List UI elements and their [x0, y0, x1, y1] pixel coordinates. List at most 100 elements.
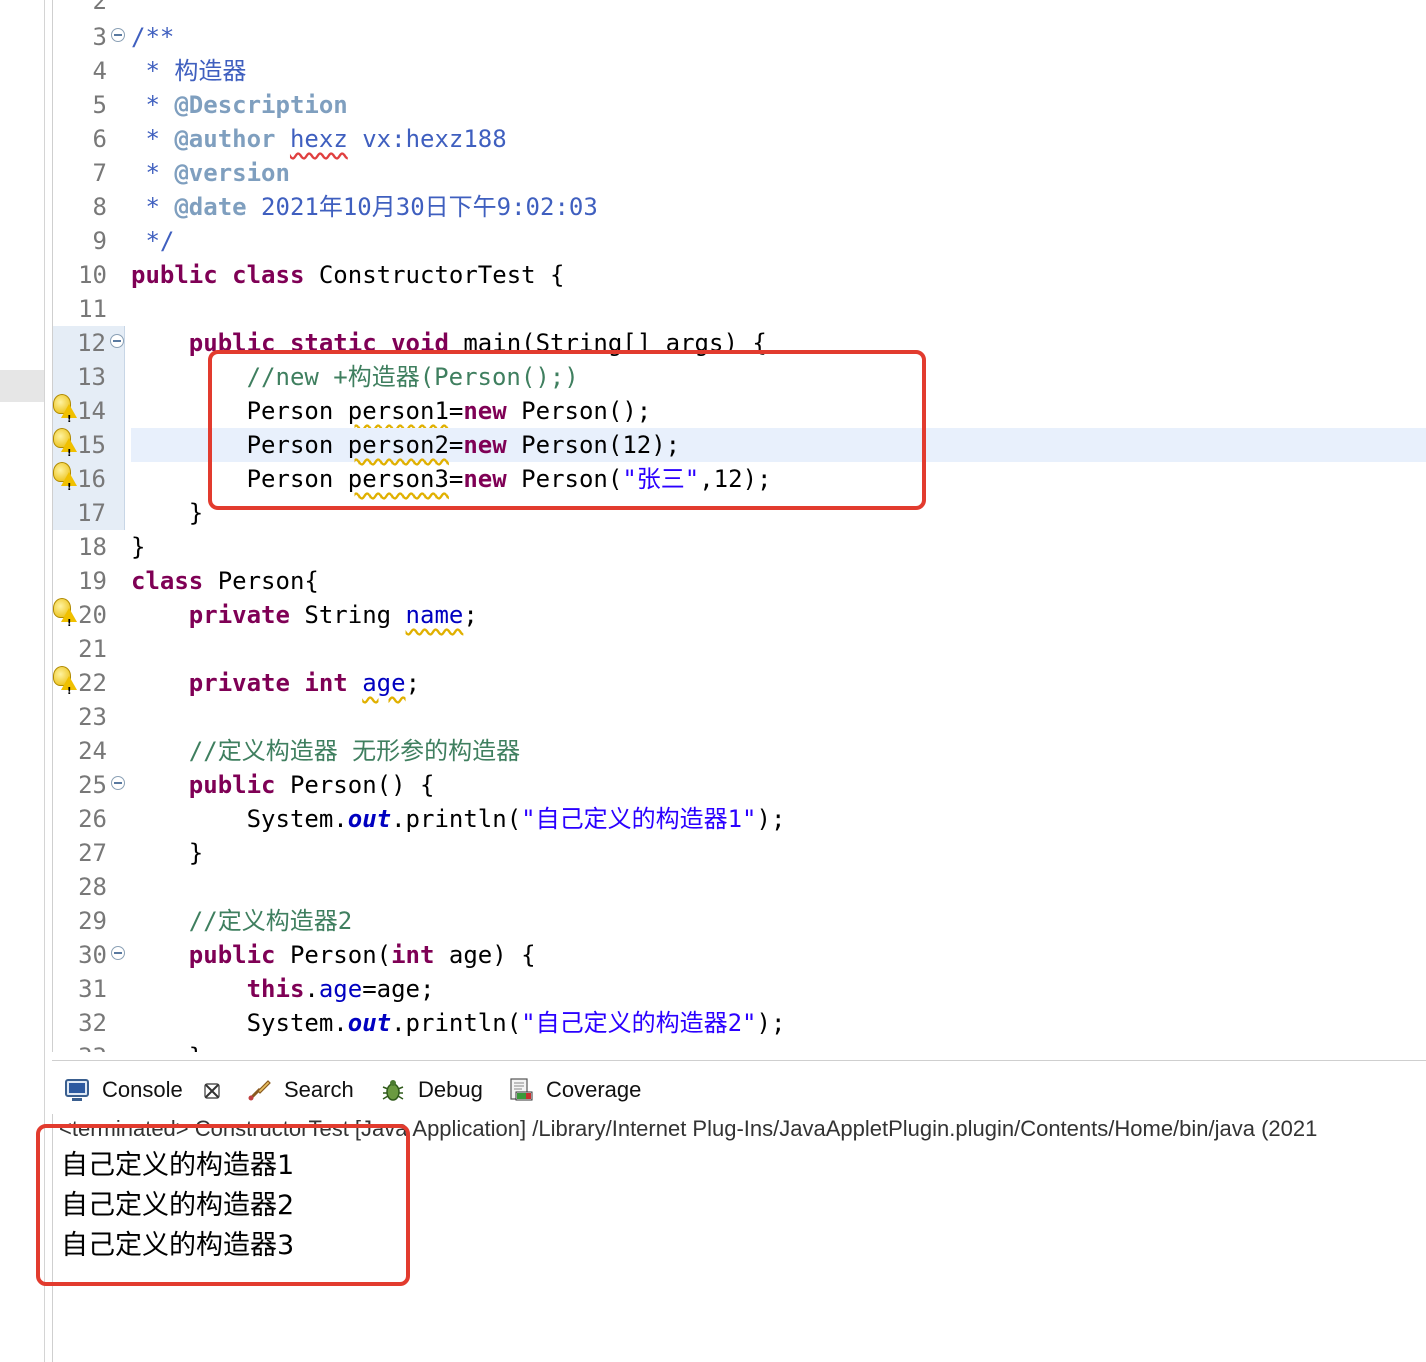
- line-number: 2: [92, 0, 107, 15]
- fold-collapse-icon[interactable]: [110, 334, 124, 348]
- code-token: */: [131, 227, 175, 255]
- gutter-line[interactable]: 13: [53, 360, 125, 394]
- gutter-line[interactable]: 15: [53, 428, 125, 468]
- gutter-line[interactable]: 29: [53, 904, 125, 938]
- code-line[interactable]: public Person() {: [131, 768, 1426, 802]
- code-token: .: [304, 975, 319, 1003]
- gutter-line[interactable]: 8: [53, 190, 125, 224]
- code-line[interactable]: [131, 632, 1426, 666]
- code-line[interactable]: System.out.println("自己定义的构造器2");: [131, 1006, 1426, 1040]
- quickfix-warning-icon[interactable]: [53, 462, 79, 502]
- code-token: @author: [174, 125, 276, 153]
- gutter-line[interactable]: 18: [53, 530, 125, 564]
- code-line[interactable]: /**: [131, 20, 1426, 54]
- code-line[interactable]: private String name;: [131, 598, 1426, 632]
- gutter-line[interactable]: 2: [53, 0, 125, 18]
- console-icon: [65, 1079, 89, 1101]
- code-line[interactable]: public Person(int age) {: [131, 938, 1426, 972]
- code-line[interactable]: //定义构造器2: [131, 904, 1426, 938]
- line-number: 29: [78, 907, 107, 935]
- code-line[interactable]: //定义构造器 无形参的构造器: [131, 734, 1426, 768]
- gutter-line[interactable]: 10: [53, 258, 125, 292]
- code-line[interactable]: * @author hexz vx:hexz188: [131, 122, 1426, 156]
- code-token: ;: [405, 669, 421, 697]
- code-line[interactable]: this.age=age;: [131, 972, 1426, 1006]
- code-line[interactable]: }: [131, 1040, 1426, 1052]
- code-line[interactable]: [131, 700, 1426, 734]
- gutter-line[interactable]: 7: [53, 156, 125, 190]
- gutter-line[interactable]: 33: [53, 1040, 125, 1052]
- code-token: out: [347, 1009, 392, 1037]
- close-icon[interactable]: [202, 1081, 222, 1101]
- gutter-line[interactable]: 30: [53, 938, 125, 972]
- code-token: age: [318, 975, 363, 1003]
- gutter-line[interactable]: 12: [53, 326, 125, 360]
- gutter-line[interactable]: 16: [53, 462, 125, 502]
- gutter-line[interactable]: 19: [53, 564, 125, 598]
- gutter-line[interactable]: 9: [53, 224, 125, 258]
- gutter-line[interactable]: 25: [53, 768, 125, 802]
- gutter-line[interactable]: 28: [53, 870, 125, 904]
- bug-icon: [382, 1080, 404, 1101]
- gutter-line[interactable]: 22: [53, 666, 125, 706]
- code-line[interactable]: private int age;: [131, 666, 1426, 700]
- code-line[interactable]: [131, 0, 1426, 18]
- code-editor[interactable]: 2345678910111213141516171819202122232425…: [52, 0, 1426, 1052]
- code-token: *: [131, 159, 175, 187]
- code-token: }: [131, 839, 204, 867]
- code-line[interactable]: }: [131, 530, 1426, 564]
- code-line[interactable]: [131, 292, 1426, 326]
- code-line[interactable]: System.out.println("自己定义的构造器1");: [131, 802, 1426, 836]
- code-line[interactable]: * @Description: [131, 88, 1426, 122]
- code-area[interactable]: /** * 构造器 * @Description * @author hexz …: [131, 0, 1426, 1052]
- quickfix-warning-icon[interactable]: [53, 598, 79, 638]
- code-token: private: [188, 601, 290, 629]
- gutter-line[interactable]: 17: [53, 496, 125, 530]
- code-token: "自己定义的构造器2": [521, 1009, 757, 1037]
- code-line[interactable]: * @version: [131, 156, 1426, 190]
- line-number: 5: [92, 91, 107, 119]
- code-token: }: [131, 499, 204, 527]
- code-line[interactable]: * @date 2021年10月30日下午9:02:03: [131, 190, 1426, 224]
- gutter-line[interactable]: 21: [53, 632, 125, 666]
- fold-collapse-icon[interactable]: [111, 28, 125, 42]
- gutter-line[interactable]: 11: [53, 292, 125, 326]
- gutter-line[interactable]: 14: [53, 394, 125, 434]
- code-token: }: [131, 533, 146, 561]
- gutter-line[interactable]: 32: [53, 1006, 125, 1040]
- code-line[interactable]: */: [131, 224, 1426, 258]
- quickfix-warning-icon[interactable]: [53, 428, 79, 468]
- code-token: ;: [463, 601, 478, 629]
- fold-collapse-icon[interactable]: [111, 776, 125, 790]
- code-line[interactable]: [131, 870, 1426, 904]
- fold-collapse-icon[interactable]: [111, 946, 125, 960]
- gutter-line[interactable]: 4: [53, 54, 125, 88]
- gutter-line[interactable]: 3: [53, 20, 125, 54]
- gutter-line[interactable]: 27: [53, 836, 125, 870]
- quickfix-warning-icon[interactable]: [53, 666, 79, 706]
- gutter-line[interactable]: 24: [53, 734, 125, 768]
- code-line[interactable]: }: [131, 836, 1426, 870]
- code-token: //定义构造器2: [188, 907, 353, 935]
- search-icon: [248, 1080, 271, 1101]
- line-number: 22: [78, 669, 107, 697]
- line-number: 19: [78, 567, 107, 595]
- gutter-line[interactable]: 5: [53, 88, 125, 122]
- gutter-line[interactable]: 26: [53, 802, 125, 836]
- code-token: System.: [131, 805, 348, 833]
- quickfix-warning-icon[interactable]: [53, 394, 79, 434]
- code-line[interactable]: * 构造器: [131, 54, 1426, 88]
- gutter-line[interactable]: 20: [53, 598, 125, 638]
- gutter-line[interactable]: 23: [53, 700, 125, 734]
- code-line[interactable]: class Person{: [131, 564, 1426, 598]
- code-token: );: [756, 805, 786, 833]
- code-line[interactable]: public class ConstructorTest {: [131, 258, 1426, 292]
- gutter-line[interactable]: 31: [53, 972, 125, 1006]
- gutter-line[interactable]: 6: [53, 122, 125, 156]
